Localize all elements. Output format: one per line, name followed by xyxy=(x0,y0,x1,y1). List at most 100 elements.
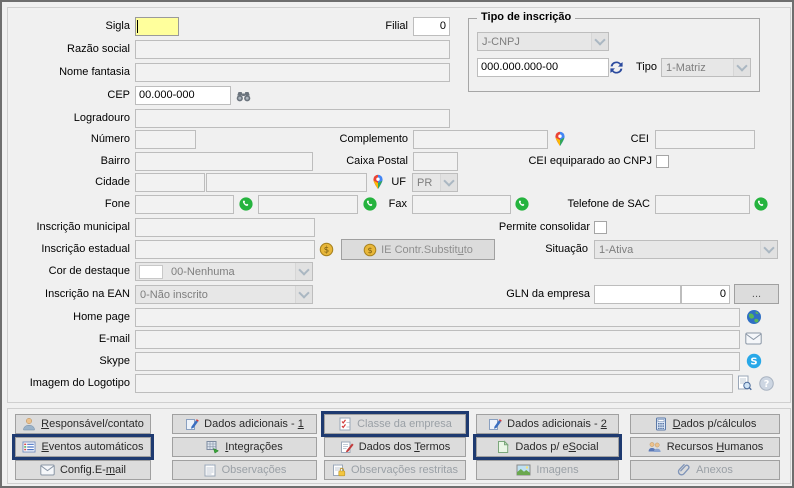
gln-label: GLN da empresa xyxy=(500,285,590,304)
envelope-icon xyxy=(40,464,55,476)
caixa-postal-label: Caixa Postal xyxy=(332,152,408,171)
inscricao-estadual-label: Inscrição estadual xyxy=(2,240,130,259)
inscricao-ean-label: Inscrição na EAN xyxy=(2,285,130,304)
gln-more-button[interactable]: ... xyxy=(734,284,779,304)
inscricao-estadual-input[interactable] xyxy=(135,240,315,259)
situacao-label: Situação xyxy=(520,240,588,259)
observacoes-button[interactable]: Observações xyxy=(172,460,317,480)
cnpj-input[interactable]: 000.000.000-00 xyxy=(477,58,609,77)
bairro-input[interactable] xyxy=(135,152,313,171)
logotipo-input[interactable] xyxy=(135,374,733,393)
tipo-inscricao-groupbox: Tipo de inscrição J-CNPJ 000.000.000-00 … xyxy=(468,18,760,92)
coin-icon: $ xyxy=(363,243,377,257)
whatsapp-icon[interactable] xyxy=(239,197,253,211)
cep-label: CEP xyxy=(2,86,130,105)
cidade-label: Cidade xyxy=(2,173,130,192)
cidade-nome-input[interactable] xyxy=(206,173,367,192)
integracoes-button[interactable]: Integrações xyxy=(172,437,317,457)
permite-consolidar-checkbox[interactable] xyxy=(594,221,607,234)
chevron-down-icon xyxy=(760,241,777,258)
recursos-humanos-button[interactable]: Recursos Humanos xyxy=(630,437,780,457)
globe-icon[interactable] xyxy=(746,309,762,325)
situacao-select[interactable]: 1-Ativa xyxy=(594,240,778,259)
home-page-label: Home page xyxy=(2,308,130,327)
inscricao-ean-select[interactable]: 0-Não inscrito xyxy=(135,285,313,304)
chevron-down-icon xyxy=(733,59,750,76)
fax-input[interactable] xyxy=(412,195,511,214)
responsavel-contato-button[interactable]: Responsável/contato xyxy=(15,414,151,434)
text-caret xyxy=(137,20,138,33)
cor-destaque-select[interactable]: 00-Nenhuma xyxy=(135,262,313,281)
filial-input[interactable]: 0 xyxy=(413,17,450,36)
cidade-codigo-input[interactable] xyxy=(135,173,205,192)
cei-equiparado-label: CEI equiparado ao CNPJ xyxy=(522,152,652,171)
numero-label: Número xyxy=(2,130,130,149)
logradouro-input[interactable] xyxy=(135,109,450,128)
paperclip-icon xyxy=(677,463,691,477)
inscricao-municipal-label: Inscrição municipal xyxy=(2,218,130,237)
observacoes-restritas-button[interactable]: Observações restritas xyxy=(324,460,466,480)
checklist-icon xyxy=(338,417,352,431)
binoculars-icon[interactable] xyxy=(236,89,251,103)
gln-input[interactable] xyxy=(594,285,681,304)
note-pencil-icon xyxy=(488,417,502,431)
uf-select[interactable]: PR xyxy=(412,173,458,192)
preview-icon[interactable] xyxy=(737,375,752,391)
sigla-input[interactable] xyxy=(135,17,179,36)
skype-icon[interactable]: S xyxy=(746,353,762,369)
cei-equiparado-checkbox[interactable] xyxy=(656,155,669,168)
skype-input[interactable] xyxy=(135,352,740,371)
people-icon xyxy=(647,440,662,454)
cep-input[interactable]: 00.000-000 xyxy=(135,86,231,105)
dados-p-esocial-button[interactable]: Dados p/ eSocial xyxy=(476,437,619,457)
razao-social-label: Razão social xyxy=(2,40,130,59)
dados-p-calculos-button[interactable]: Dados p/cálculos xyxy=(630,414,780,434)
maps-pin-icon[interactable] xyxy=(371,174,385,190)
tipo-inscricao-title: Tipo de inscrição xyxy=(477,11,575,23)
telefone-sac-label: Telefone de SAC xyxy=(558,195,650,214)
ie-contr-substituto-button[interactable]: $ IE Contr.Substituto xyxy=(341,239,495,260)
complemento-input[interactable] xyxy=(413,130,548,149)
maps-pin-icon[interactable] xyxy=(553,131,567,147)
notepad-lock-icon xyxy=(332,463,346,477)
tipo-select[interactable]: 1-Matriz xyxy=(661,58,751,77)
image-icon xyxy=(516,464,531,476)
calculator-icon xyxy=(654,417,668,431)
nome-fantasia-label: Nome fantasia xyxy=(2,63,130,82)
fone-label: Fone xyxy=(2,195,130,214)
mail-icon[interactable] xyxy=(745,332,762,345)
whatsapp-icon[interactable] xyxy=(754,197,768,211)
email-input[interactable] xyxy=(135,330,740,349)
caixa-postal-input[interactable] xyxy=(413,152,458,171)
gln-digit-input[interactable]: 0 xyxy=(681,285,730,304)
nome-fantasia-input[interactable] xyxy=(135,63,450,82)
razao-social-input[interactable] xyxy=(135,40,450,59)
tipo-doc-select[interactable]: J-CNPJ xyxy=(477,32,609,51)
whatsapp-icon[interactable] xyxy=(363,197,377,211)
color-swatch xyxy=(139,265,163,279)
config-email-button[interactable]: Config.E-mail xyxy=(15,460,151,480)
svg-text:$: $ xyxy=(368,246,373,255)
eventos-automaticos-button[interactable]: Eventos automáticos xyxy=(15,437,151,457)
telefone-sac-input[interactable] xyxy=(655,195,750,214)
chevron-down-icon xyxy=(440,174,457,191)
dados-adicionais-2-button[interactable]: Dados adicionais - 2 xyxy=(476,414,619,434)
cei-input[interactable] xyxy=(655,130,755,149)
home-page-input[interactable] xyxy=(135,308,740,327)
dados-adicionais-1-button[interactable]: Dados adicionais - 1 xyxy=(172,414,317,434)
inscricao-municipal-input[interactable] xyxy=(135,218,315,237)
coin-icon[interactable]: $ xyxy=(319,242,334,257)
imagens-button[interactable]: Imagens xyxy=(476,460,619,480)
help-icon[interactable]: ? xyxy=(759,376,774,391)
chevron-down-icon xyxy=(591,33,608,50)
note-pencil-icon xyxy=(185,417,199,431)
numero-input[interactable] xyxy=(135,130,196,149)
classe-da-empresa-button[interactable]: Classe da empresa xyxy=(324,414,466,434)
fone1-input[interactable] xyxy=(135,195,234,214)
dados-dos-termos-button[interactable]: Dados dos Termos xyxy=(324,437,466,457)
whatsapp-icon[interactable] xyxy=(515,197,529,211)
anexos-button[interactable]: Anexos xyxy=(630,460,780,480)
tipo-label: Tipo xyxy=(609,58,657,77)
list-icon xyxy=(22,440,36,454)
fone2-input[interactable] xyxy=(258,195,358,214)
